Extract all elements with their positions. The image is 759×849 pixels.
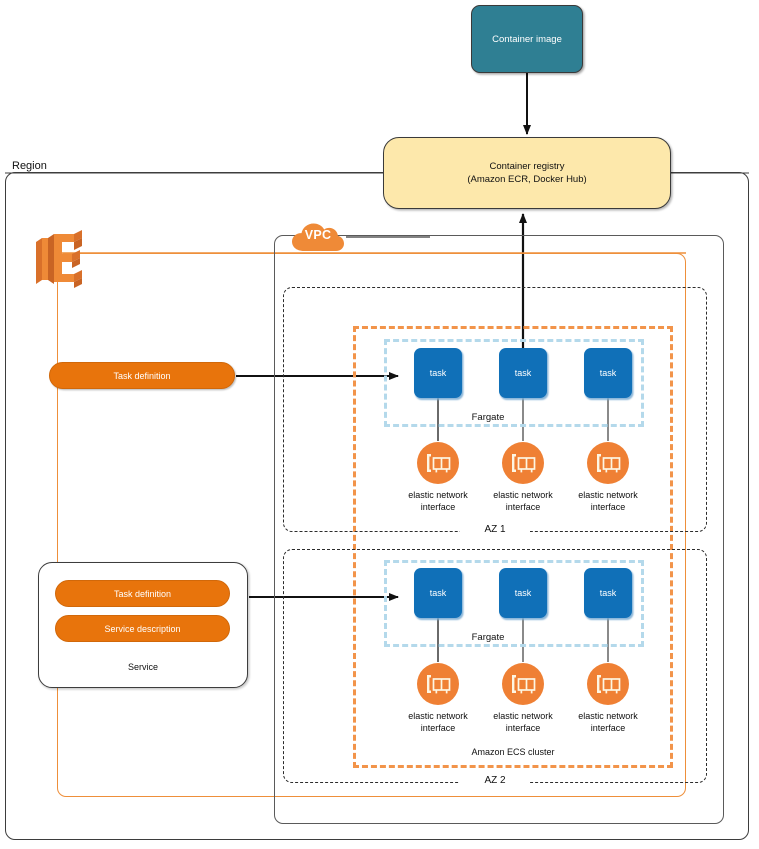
- task-label: task: [514, 368, 532, 378]
- eni-label-line2: interface: [420, 723, 456, 733]
- elastic-network-interface-icon: [586, 662, 630, 706]
- container-image-label: Container image: [492, 33, 562, 45]
- task-definition-pill[interactable]: Task definition: [49, 362, 235, 389]
- vpc-cloud-icon: VPC: [290, 218, 346, 254]
- availability-zone-1-label: AZ 1: [460, 524, 530, 535]
- eni-label-line2: interface: [590, 502, 626, 512]
- amazon-ecs-icon: [30, 228, 92, 290]
- task-label: task: [599, 368, 617, 378]
- eni-label: elastic network interface: [562, 489, 654, 513]
- elastic-network-interface-icon: [501, 662, 545, 706]
- task-label: task: [429, 588, 447, 598]
- service-task-definition-pill[interactable]: Task definition: [55, 580, 230, 607]
- eni-label-line1: elastic network: [578, 711, 638, 721]
- eni-label-line2: interface: [505, 502, 541, 512]
- eni-label-line2: interface: [590, 723, 626, 733]
- eni-label-line1: elastic network: [493, 711, 553, 721]
- elastic-network-interface-icon: [416, 662, 460, 706]
- task-box[interactable]: task: [584, 568, 632, 618]
- region-label: Region: [10, 160, 49, 172]
- container-registry-title: Container registry: [489, 161, 565, 172]
- vpc-label: VPC: [304, 228, 332, 242]
- service-description-pill[interactable]: Service description: [55, 615, 230, 642]
- container-image-box[interactable]: Container image: [471, 5, 583, 73]
- service-description-label: Service description: [104, 623, 181, 634]
- eni-label-line1: elastic network: [408, 490, 468, 500]
- task-box[interactable]: task: [414, 348, 462, 398]
- container-registry-subtitle: (Amazon ECR, Docker Hub): [467, 174, 587, 185]
- ecs-cluster-label: Amazon ECS cluster: [453, 747, 573, 757]
- eni-label: elastic network interface: [392, 489, 484, 513]
- eni-label-line1: elastic network: [408, 711, 468, 721]
- container-registry-box[interactable]: Container registry (Amazon ECR, Docker H…: [383, 137, 671, 209]
- task-definition-label: Task definition: [113, 370, 171, 381]
- task-label: task: [599, 588, 617, 598]
- task-box[interactable]: task: [499, 348, 547, 398]
- task-box[interactable]: task: [414, 568, 462, 618]
- eni-label: elastic network interface: [477, 489, 569, 513]
- task-label: task: [514, 588, 532, 598]
- availability-zone-2-label: AZ 2: [460, 775, 530, 786]
- eni-label-line1: elastic network: [493, 490, 553, 500]
- task-box[interactable]: task: [584, 348, 632, 398]
- elastic-network-interface-icon: [501, 441, 545, 485]
- eni-label: elastic network interface: [562, 710, 654, 734]
- eni-label: elastic network interface: [477, 710, 569, 734]
- fargate-label-az2: Fargate: [459, 632, 517, 643]
- fargate-label-az1: Fargate: [459, 412, 517, 423]
- elastic-network-interface-icon: [416, 441, 460, 485]
- eni-label: elastic network interface: [392, 710, 484, 734]
- eni-label-line1: elastic network: [578, 490, 638, 500]
- service-task-definition-label: Task definition: [113, 588, 172, 599]
- elastic-network-interface-icon: [586, 441, 630, 485]
- task-box[interactable]: task: [499, 568, 547, 618]
- service-label: Service: [127, 662, 158, 672]
- eni-label-line2: interface: [505, 723, 541, 733]
- task-label: task: [429, 368, 447, 378]
- eni-label-line2: interface: [420, 502, 456, 512]
